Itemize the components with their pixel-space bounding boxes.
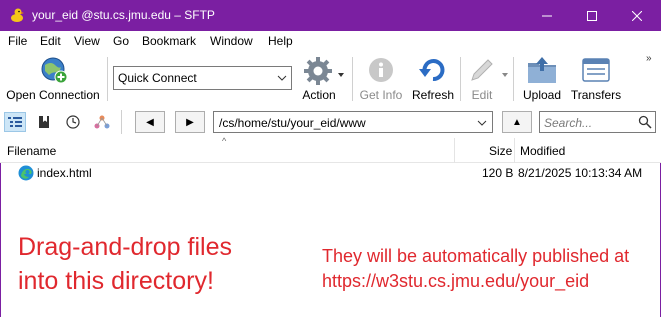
duck-app-icon	[11, 8, 24, 22]
navbar-divider	[121, 110, 122, 134]
file-modified: 8/21/2025 10:13:34 AM	[518, 166, 643, 180]
close-icon	[632, 10, 642, 21]
minimize-button[interactable]	[524, 0, 570, 31]
upload-button[interactable]: Upload	[518, 51, 566, 106]
action-label: Action	[302, 88, 336, 102]
window-title: your_eid @stu.cs.jmu.edu – SFTP	[32, 8, 215, 22]
toolbar-divider	[352, 57, 353, 101]
browser-view-button[interactable]	[4, 112, 26, 132]
column-filename[interactable]: Filename	[7, 144, 56, 158]
up-arrow-icon: ▲	[512, 116, 522, 128]
bookmark-book-icon	[39, 116, 49, 128]
title-bar: your_eid @stu.cs.jmu.edu – SFTP	[0, 0, 661, 31]
forward-button[interactable]: ▶	[175, 111, 205, 133]
menu-view[interactable]: View	[74, 34, 100, 48]
globe-plus-icon	[41, 57, 68, 84]
menu-window[interactable]: Window	[210, 34, 253, 48]
file-list-header: ^ Filename Size Modified	[0, 136, 661, 163]
back-button[interactable]: ◀	[135, 111, 165, 133]
sort-ascending-icon: ^	[222, 136, 227, 146]
minimize-icon	[542, 15, 552, 16]
maximize-icon	[587, 10, 597, 21]
menu-edit[interactable]: Edit	[40, 34, 61, 48]
get-info-label: Get Info	[359, 88, 403, 102]
edit-button[interactable]: Edit	[463, 51, 509, 106]
edge-html-icon	[18, 165, 34, 181]
path-dropdown[interactable]: /cs/home/stu/your_eid/www	[213, 111, 493, 133]
pencil-icon	[471, 59, 493, 81]
menu-file[interactable]: File	[8, 34, 27, 48]
publish-annotation: They will be automatically published at …	[322, 244, 657, 294]
open-connection-button[interactable]: Open Connection	[4, 51, 102, 106]
bonjour-view-button[interactable]	[91, 112, 113, 132]
bookmarks-view-button[interactable]	[33, 112, 55, 132]
info-icon	[369, 58, 393, 82]
chevron-down-icon	[277, 75, 287, 81]
edit-label: Edit	[471, 88, 493, 102]
folder-upload-icon	[528, 57, 556, 83]
toolbar-divider	[107, 57, 108, 101]
search-placeholder: Search...	[544, 116, 593, 130]
refresh-label: Refresh	[411, 88, 455, 102]
menu-bar: File Edit View Go Bookmark Window Help	[0, 31, 661, 51]
back-arrow-icon: ◀	[146, 116, 154, 128]
network-icon	[94, 115, 110, 129]
quick-connect-dropdown[interactable]: Quick Connect	[113, 66, 292, 90]
search-input[interactable]: Search...	[539, 111, 656, 133]
toolbar: Open Connection Quick Connect Action Get…	[0, 51, 661, 106]
maximize-button[interactable]	[569, 0, 615, 31]
outline-view-icon	[8, 117, 22, 127]
history-view-button[interactable]	[62, 112, 84, 132]
refresh-icon	[419, 59, 445, 81]
annotation-line: into this directory!	[18, 267, 214, 295]
dropdown-caret-icon	[338, 73, 344, 77]
annotation-line: Drag-and-drop files	[18, 233, 232, 261]
menu-go[interactable]: Go	[113, 34, 129, 48]
column-divider[interactable]	[514, 138, 515, 163]
menu-bookmark[interactable]: Bookmark	[142, 34, 196, 48]
file-name: index.html	[37, 166, 92, 180]
action-button[interactable]: Action	[296, 51, 350, 106]
open-connection-label: Open Connection	[6, 88, 100, 102]
get-info-button[interactable]: Get Info	[356, 51, 406, 106]
navigation-bar: ◀ ▶ /cs/home/stu/your_eid/www ▲ Search..…	[0, 106, 661, 138]
column-modified[interactable]: Modified	[520, 144, 565, 158]
column-divider[interactable]	[454, 138, 455, 163]
toolbar-overflow-icon[interactable]: »	[646, 53, 652, 64]
transfers-icon	[582, 58, 610, 82]
current-path: /cs/home/stu/your_eid/www	[219, 116, 366, 130]
clock-icon	[66, 115, 80, 129]
transfers-label: Transfers	[570, 88, 622, 102]
chevron-down-icon	[477, 120, 487, 126]
annotation-line: They will be automatically published at	[322, 246, 630, 266]
upload-label: Upload	[522, 88, 562, 102]
forward-arrow-icon: ▶	[186, 116, 194, 128]
gear-icon	[304, 57, 332, 85]
menu-help[interactable]: Help	[268, 34, 293, 48]
refresh-button[interactable]: Refresh	[408, 51, 458, 106]
close-button[interactable]	[614, 0, 660, 31]
file-size: 120 B	[482, 166, 514, 180]
search-icon	[638, 115, 652, 129]
quick-connect-label: Quick Connect	[118, 71, 197, 85]
parent-directory-button[interactable]: ▲	[502, 111, 532, 133]
drag-drop-annotation: Drag-and-drop files into this directory!	[18, 230, 298, 298]
dropdown-caret-icon	[502, 73, 508, 77]
file-row[interactable]: index.html 120 B 8/21/2025 10:13:34 AM	[0, 163, 661, 183]
annotation-url: https://w3stu.cs.jmu.edu/your_eid	[322, 271, 590, 291]
toolbar-divider	[513, 57, 514, 101]
transfers-button[interactable]: Transfers	[568, 51, 624, 106]
column-size[interactable]: Size	[489, 144, 512, 158]
